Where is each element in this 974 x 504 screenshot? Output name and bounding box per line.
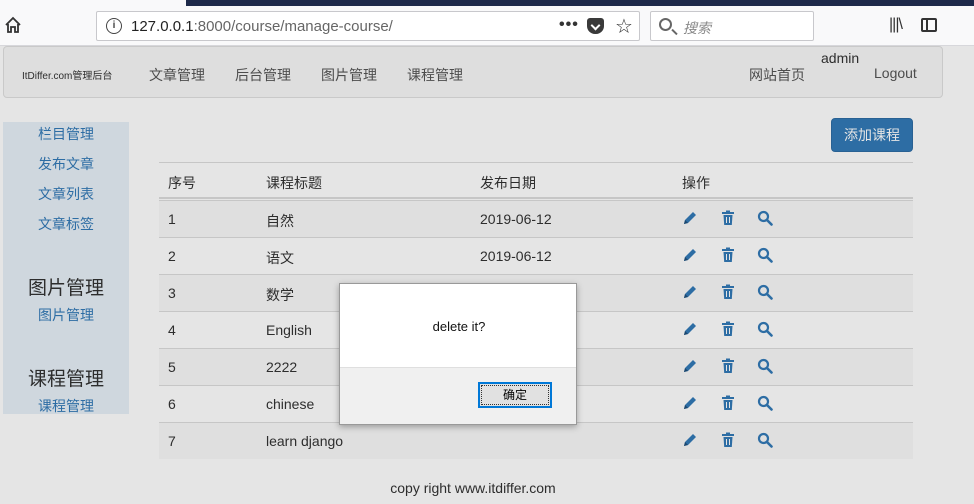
search-icon <box>659 18 672 31</box>
search-placeholder[interactable]: 搜索 <box>683 18 711 38</box>
page-actions-icon[interactable]: ••• <box>559 16 579 34</box>
modal-overlay <box>0 46 974 504</box>
dialog-message: delete it? <box>432 319 486 334</box>
title-band <box>186 0 974 6</box>
confirm-dialog: delete it? 确定 <box>339 283 577 425</box>
url-path: :8000/course/manage-course/ <box>193 18 393 35</box>
home-icon[interactable] <box>4 16 22 34</box>
info-icon[interactable]: i <box>106 18 122 34</box>
url-text[interactable]: 127.0.0.1:8000/course/manage-course/ <box>131 18 393 35</box>
browser-toolbar: i 127.0.0.1:8000/course/manage-course/ •… <box>0 0 974 46</box>
pocket-icon[interactable] <box>587 18 604 34</box>
sidebar-toggle-icon[interactable] <box>921 18 937 32</box>
url-host: 127.0.0.1 <box>131 18 194 35</box>
search-bar[interactable]: 搜索 <box>650 11 814 41</box>
ok-button[interactable]: 确定 <box>478 382 552 408</box>
dialog-button-bar: 确定 <box>340 367 576 424</box>
library-icon[interactable]: |||\ <box>889 16 903 34</box>
bookmark-star-icon[interactable]: ☆ <box>615 14 633 39</box>
url-bar[interactable]: i 127.0.0.1:8000/course/manage-course/ •… <box>96 11 640 41</box>
